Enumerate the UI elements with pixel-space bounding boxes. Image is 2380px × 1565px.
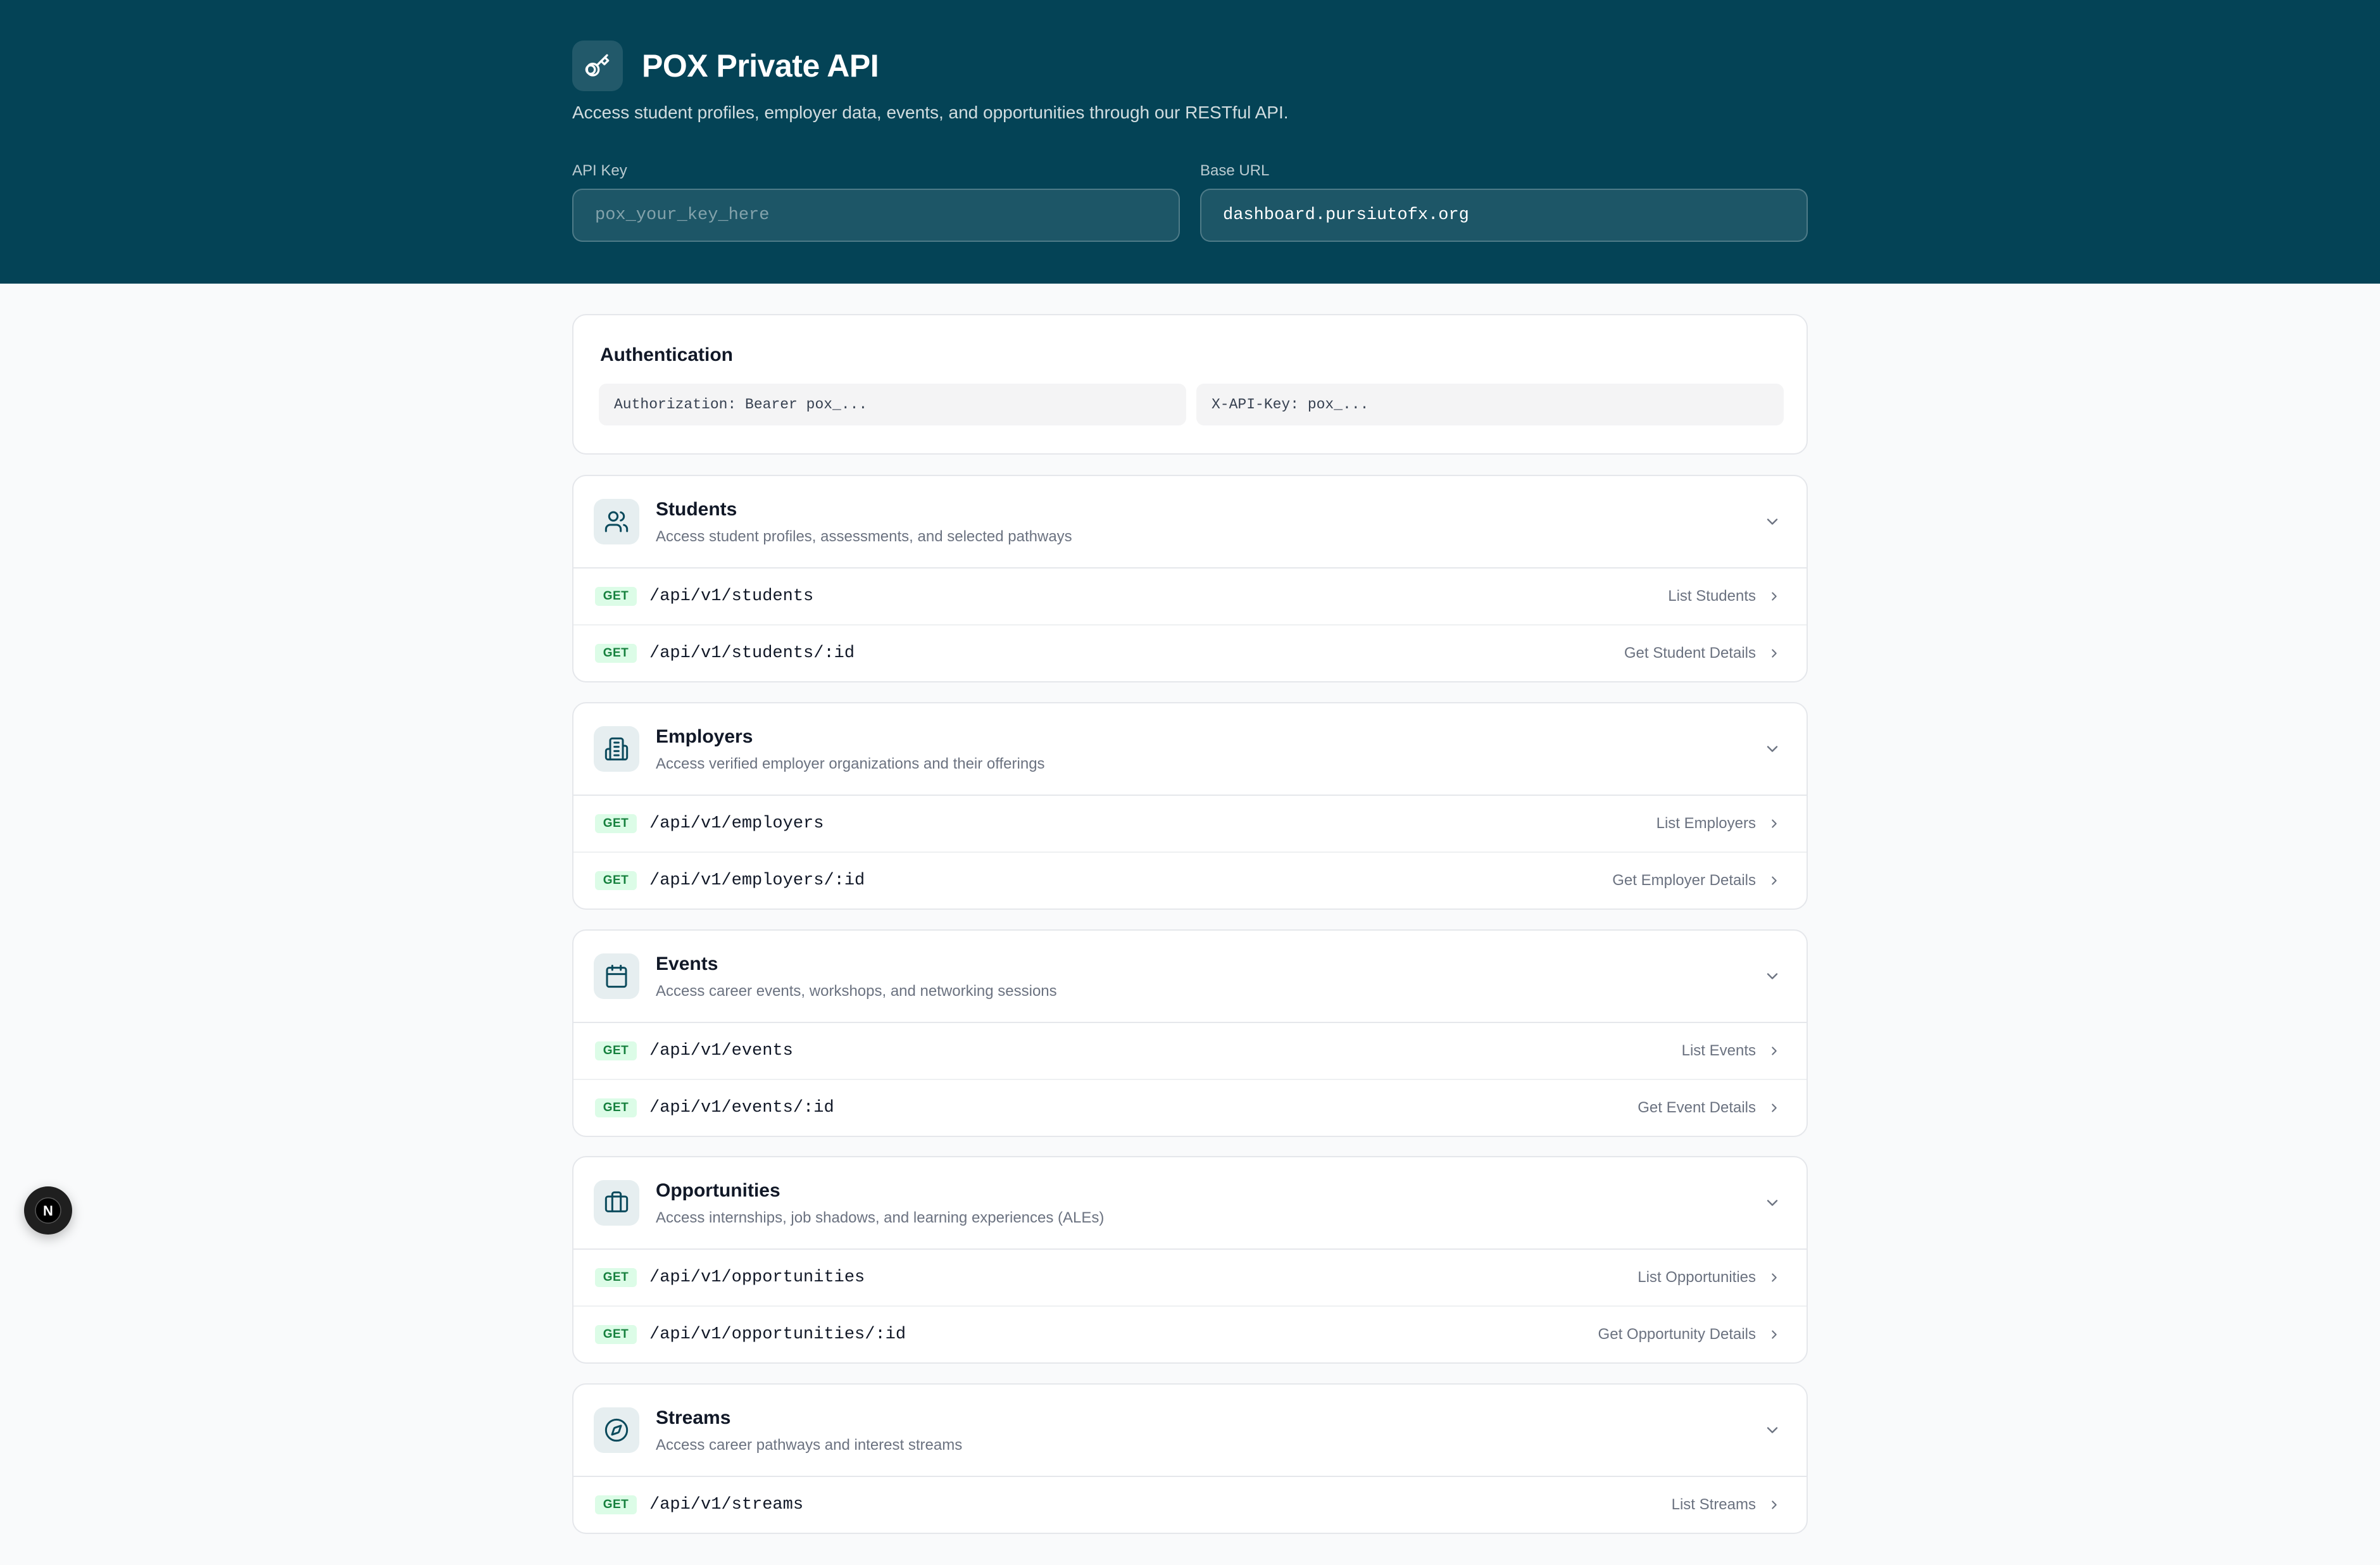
title-row: POX Private API bbox=[572, 41, 879, 91]
authentication-card: Authentication Authorization: Bearer pox… bbox=[572, 314, 1808, 455]
section-description: Access career events, workshops, and net… bbox=[656, 983, 1057, 1000]
section-description: Access verified employer organizations a… bbox=[656, 755, 1045, 772]
section-header-events[interactable]: Events Access career events, workshops, … bbox=[573, 931, 1807, 1023]
chevron-right-icon bbox=[1772, 876, 1777, 885]
endpoint-row[interactable]: GET /api/v1/streams List Streams bbox=[573, 1477, 1807, 1533]
chevron-down-icon[interactable] bbox=[1763, 1421, 1781, 1439]
endpoint-row[interactable]: GET /api/v1/employers/:id Get Employer D… bbox=[573, 852, 1807, 908]
page-title: POX Private API bbox=[642, 48, 879, 84]
chevron-right-icon bbox=[1772, 1273, 1777, 1282]
section-header-students[interactable]: Students Access student profiles, assess… bbox=[573, 476, 1807, 569]
section-description: Access career pathways and interest stre… bbox=[656, 1436, 963, 1454]
endpoint-name: Get Student Details bbox=[1624, 644, 1756, 662]
chevron-right-icon bbox=[1772, 1500, 1777, 1509]
section-title: Students bbox=[656, 499, 737, 520]
chevron-right-icon bbox=[1772, 592, 1777, 601]
endpoint-name: Get Employer Details bbox=[1612, 872, 1756, 889]
chevron-right-icon bbox=[1772, 1103, 1777, 1112]
section-header-opportunities[interactable]: Opportunities Access internships, job sh… bbox=[573, 1157, 1807, 1250]
fab-label: N bbox=[43, 1203, 53, 1219]
section-title: Opportunities bbox=[656, 1180, 780, 1201]
section-opportunities: Opportunities Access internships, job sh… bbox=[572, 1156, 1808, 1364]
section-description: Access student profiles, assessments, an… bbox=[656, 528, 1072, 545]
endpoint-path: /api/v1/employers bbox=[649, 814, 824, 833]
section-description: Access internships, job shadows, and lea… bbox=[656, 1209, 1105, 1226]
endpoint-row[interactable]: GET /api/v1/events List Events bbox=[573, 1023, 1807, 1079]
section-employers: Employers Access verified employer organ… bbox=[572, 702, 1808, 910]
endpoint-name: Get Event Details bbox=[1638, 1099, 1756, 1116]
endpoint-path: /api/v1/opportunities bbox=[649, 1268, 865, 1287]
endpoint-path: /api/v1/students bbox=[649, 587, 814, 606]
section-title: Events bbox=[656, 953, 718, 974]
building-icon bbox=[594, 726, 639, 772]
endpoint-name: List Events bbox=[1681, 1042, 1756, 1059]
method-badge: GET bbox=[595, 871, 637, 890]
endpoint-name: List Streams bbox=[1671, 1496, 1756, 1513]
chevron-right-icon bbox=[1772, 649, 1777, 658]
endpoint-path: /api/v1/events bbox=[649, 1041, 793, 1060]
method-badge: GET bbox=[595, 1268, 637, 1287]
section-title: Employers bbox=[656, 726, 753, 747]
chevron-right-icon bbox=[1772, 819, 1777, 828]
method-badge: GET bbox=[595, 814, 637, 833]
endpoint-path: /api/v1/events/:id bbox=[649, 1098, 834, 1117]
page-header: POX Private API Access student profiles,… bbox=[0, 0, 2380, 284]
method-badge: GET bbox=[595, 1325, 637, 1344]
endpoint-path: /api/v1/opportunities/:id bbox=[649, 1325, 906, 1344]
nextjs-logo-icon: N bbox=[35, 1197, 61, 1224]
endpoint-path: /api/v1/employers/:id bbox=[649, 871, 865, 890]
endpoint-row[interactable]: GET /api/v1/opportunities List Opportuni… bbox=[573, 1250, 1807, 1305]
endpoint-path: /api/v1/streams bbox=[649, 1495, 804, 1514]
endpoint-path: /api/v1/students/:id bbox=[649, 644, 855, 663]
section-streams: Streams Access career pathways and inter… bbox=[572, 1383, 1808, 1534]
endpoint-row[interactable]: GET /api/v1/opportunities/:id Get Opport… bbox=[573, 1305, 1807, 1362]
calendar-icon bbox=[594, 953, 639, 999]
key-icon bbox=[572, 41, 623, 91]
method-badge: GET bbox=[595, 644, 637, 663]
endpoint-name: Get Opportunity Details bbox=[1598, 1326, 1756, 1343]
users-icon bbox=[594, 499, 639, 544]
endpoint-name: List Students bbox=[1668, 588, 1756, 605]
page-subtitle: Access student profiles, employer data, … bbox=[572, 103, 1289, 122]
section-events: Events Access career events, workshops, … bbox=[572, 929, 1808, 1137]
endpoint-name: List Employers bbox=[1656, 815, 1756, 832]
chevron-down-icon[interactable] bbox=[1763, 740, 1781, 758]
compass-icon bbox=[594, 1407, 639, 1453]
chevron-down-icon[interactable] bbox=[1763, 967, 1781, 985]
endpoint-name: List Opportunities bbox=[1638, 1269, 1756, 1286]
chevron-right-icon bbox=[1772, 1330, 1777, 1339]
base-url-label: Base URL bbox=[1200, 162, 1270, 179]
api-key-label: API Key bbox=[572, 162, 627, 179]
endpoint-row[interactable]: GET /api/v1/employers List Employers bbox=[573, 796, 1807, 852]
chevron-down-icon[interactable] bbox=[1763, 1194, 1781, 1212]
nextjs-dev-tools-button[interactable]: N bbox=[24, 1186, 72, 1235]
section-header-streams[interactable]: Streams Access career pathways and inter… bbox=[573, 1385, 1807, 1477]
endpoint-row[interactable]: GET /api/v1/students/:id Get Student Det… bbox=[573, 624, 1807, 681]
method-badge: GET bbox=[595, 1098, 637, 1117]
endpoint-row[interactable]: GET /api/v1/events/:id Get Event Details bbox=[573, 1079, 1807, 1136]
chevron-right-icon bbox=[1772, 1046, 1777, 1055]
method-badge: GET bbox=[595, 587, 637, 606]
x-api-key-header-example: X-API-Key: pox_... bbox=[1196, 384, 1784, 425]
method-badge: GET bbox=[595, 1041, 637, 1060]
bearer-header-example: Authorization: Bearer pox_... bbox=[599, 384, 1186, 425]
method-badge: GET bbox=[595, 1495, 637, 1514]
authentication-title: Authentication bbox=[600, 344, 733, 365]
api-key-input[interactable] bbox=[572, 189, 1180, 242]
base-url-input[interactable] bbox=[1200, 189, 1808, 242]
section-students: Students Access student profiles, assess… bbox=[572, 475, 1808, 682]
chevron-down-icon[interactable] bbox=[1763, 513, 1781, 531]
section-title: Streams bbox=[656, 1407, 731, 1428]
endpoint-row[interactable]: GET /api/v1/students List Students bbox=[573, 569, 1807, 624]
section-header-employers[interactable]: Employers Access verified employer organ… bbox=[573, 703, 1807, 796]
briefcase-icon bbox=[594, 1180, 639, 1226]
